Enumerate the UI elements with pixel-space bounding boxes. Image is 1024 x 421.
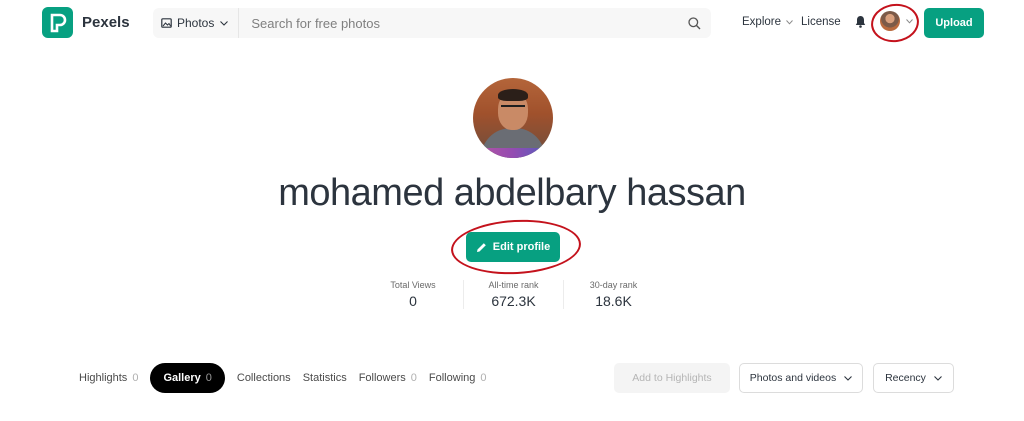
tab-count: 0 xyxy=(410,372,417,384)
nav-explore[interactable]: Explore xyxy=(742,16,793,28)
search-icon xyxy=(687,16,700,29)
tab-count: 0 xyxy=(132,372,139,384)
add-to-highlights-button[interactable]: Add to Highlights xyxy=(614,363,730,393)
pexels-logo-icon xyxy=(50,13,66,32)
top-navbar: Pexels Photos Explore License xyxy=(0,0,1024,46)
stat-value: 672.3K xyxy=(491,293,536,309)
tab-label: Followers xyxy=(358,372,406,384)
search-input[interactable] xyxy=(239,8,677,38)
sort-label: Recency xyxy=(885,372,926,384)
stat-value: 18.6K xyxy=(595,293,632,309)
pexels-logo[interactable] xyxy=(42,7,73,38)
tab-gallery[interactable]: Gallery 0 xyxy=(150,363,225,393)
brand-name[interactable]: Pexels xyxy=(82,14,130,31)
tab-label: Statistics xyxy=(302,372,347,384)
tab-collections[interactable]: Collections xyxy=(237,363,291,393)
search-bar: Photos xyxy=(153,8,711,38)
stat-total-views: Total Views 0 xyxy=(363,280,463,309)
stat-30-day-rank: 30-day rank 18.6K xyxy=(563,280,663,309)
image-icon xyxy=(161,18,172,28)
tab-label: Collections xyxy=(236,372,291,384)
tab-label: Following xyxy=(428,372,476,384)
tab-label: Gallery xyxy=(163,372,201,384)
tab-highlights[interactable]: Highlights 0 xyxy=(79,363,138,393)
tab-statistics[interactable]: Statistics xyxy=(303,363,347,393)
media-filter-label: Photos and videos xyxy=(749,372,837,384)
chevron-down-icon xyxy=(220,20,229,26)
tab-following[interactable]: Following 0 xyxy=(429,363,487,393)
chevron-down-icon xyxy=(844,375,853,381)
tab-label: Highlights xyxy=(79,372,128,384)
annotation-circle-user-menu xyxy=(868,0,922,46)
stat-label: Total Views xyxy=(390,280,436,290)
stat-label: 30-day rank xyxy=(589,280,638,290)
profile-avatar xyxy=(473,78,553,158)
search-type-label: Photos xyxy=(177,16,215,30)
sort-dropdown[interactable]: Recency xyxy=(873,363,954,393)
annotation-circle-edit-profile xyxy=(449,216,583,278)
stat-label: All-time rank xyxy=(488,280,539,290)
stat-all-time-rank: All-time rank 672.3K xyxy=(463,280,563,309)
media-filter-dropdown[interactable]: Photos and videos xyxy=(739,363,863,393)
upload-button[interactable]: Upload xyxy=(924,8,984,38)
tab-followers[interactable]: Followers 0 xyxy=(359,363,417,393)
search-button[interactable] xyxy=(677,8,711,38)
profile-tabs: Highlights 0 Gallery 0 Collections Stati… xyxy=(79,363,499,393)
search-type-select[interactable]: Photos xyxy=(153,8,240,38)
stat-value: 0 xyxy=(409,293,417,309)
bell-icon xyxy=(855,16,866,28)
profile-name: mohamed abdelbary hassan xyxy=(278,172,746,214)
tab-count: 0 xyxy=(480,372,487,384)
profile-stats: Total Views 0 All-time rank 672.3K 30-da… xyxy=(363,280,663,309)
nav-license[interactable]: License xyxy=(801,16,841,28)
tab-count: 0 xyxy=(205,372,212,384)
chevron-down-icon xyxy=(934,375,942,381)
chevron-down-icon xyxy=(786,19,793,25)
nav-explore-label: Explore xyxy=(742,16,781,28)
notifications-button[interactable] xyxy=(855,15,866,33)
